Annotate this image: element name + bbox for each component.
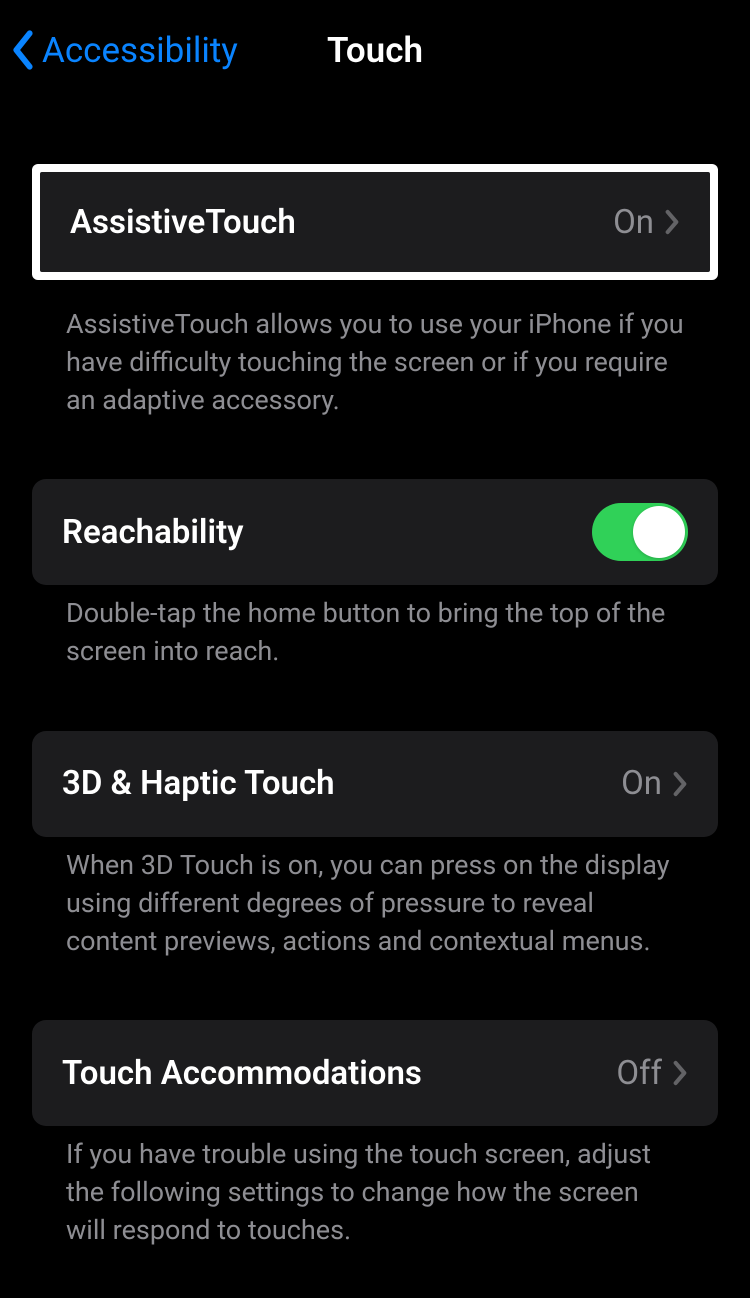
reachability-footer: Double-tap the home button to bring the … (32, 585, 718, 671)
reachability-switch[interactable] (592, 503, 688, 561)
back-label: Accessibility (42, 30, 238, 71)
touch-accommodations-value: Off (616, 1054, 662, 1093)
touch-accommodations-footer: If you have trouble using the touch scre… (32, 1126, 718, 1249)
assistivetouch-footer: AssistiveTouch allows you to use your iP… (32, 296, 718, 419)
reachability-cell[interactable]: Reachability (32, 479, 718, 585)
haptic-touch-footer: When 3D Touch is on, you can press on th… (32, 837, 718, 960)
reachability-label: Reachability (62, 513, 244, 552)
assistivetouch-label: AssistiveTouch (70, 203, 296, 242)
chevron-left-icon (10, 30, 36, 70)
touch-accommodations-label: Touch Accommodations (62, 1054, 422, 1093)
chevron-right-icon (664, 209, 680, 235)
chevron-right-icon (672, 771, 688, 797)
haptic-touch-label: 3D & Haptic Touch (62, 764, 335, 803)
haptic-touch-cell[interactable]: 3D & Haptic Touch On (32, 731, 718, 837)
chevron-right-icon (672, 1060, 688, 1086)
haptic-touch-value: On (621, 764, 662, 803)
back-button[interactable]: Accessibility (10, 30, 238, 71)
touch-accommodations-cell[interactable]: Touch Accommodations Off (32, 1020, 718, 1126)
assistivetouch-value: On (613, 203, 654, 242)
nav-bar: Accessibility Touch (0, 0, 750, 100)
highlight-frame: AssistiveTouch On (32, 164, 718, 280)
page-title: Touch (327, 30, 423, 71)
assistivetouch-cell[interactable]: AssistiveTouch On (40, 172, 710, 272)
switch-knob (633, 506, 685, 558)
